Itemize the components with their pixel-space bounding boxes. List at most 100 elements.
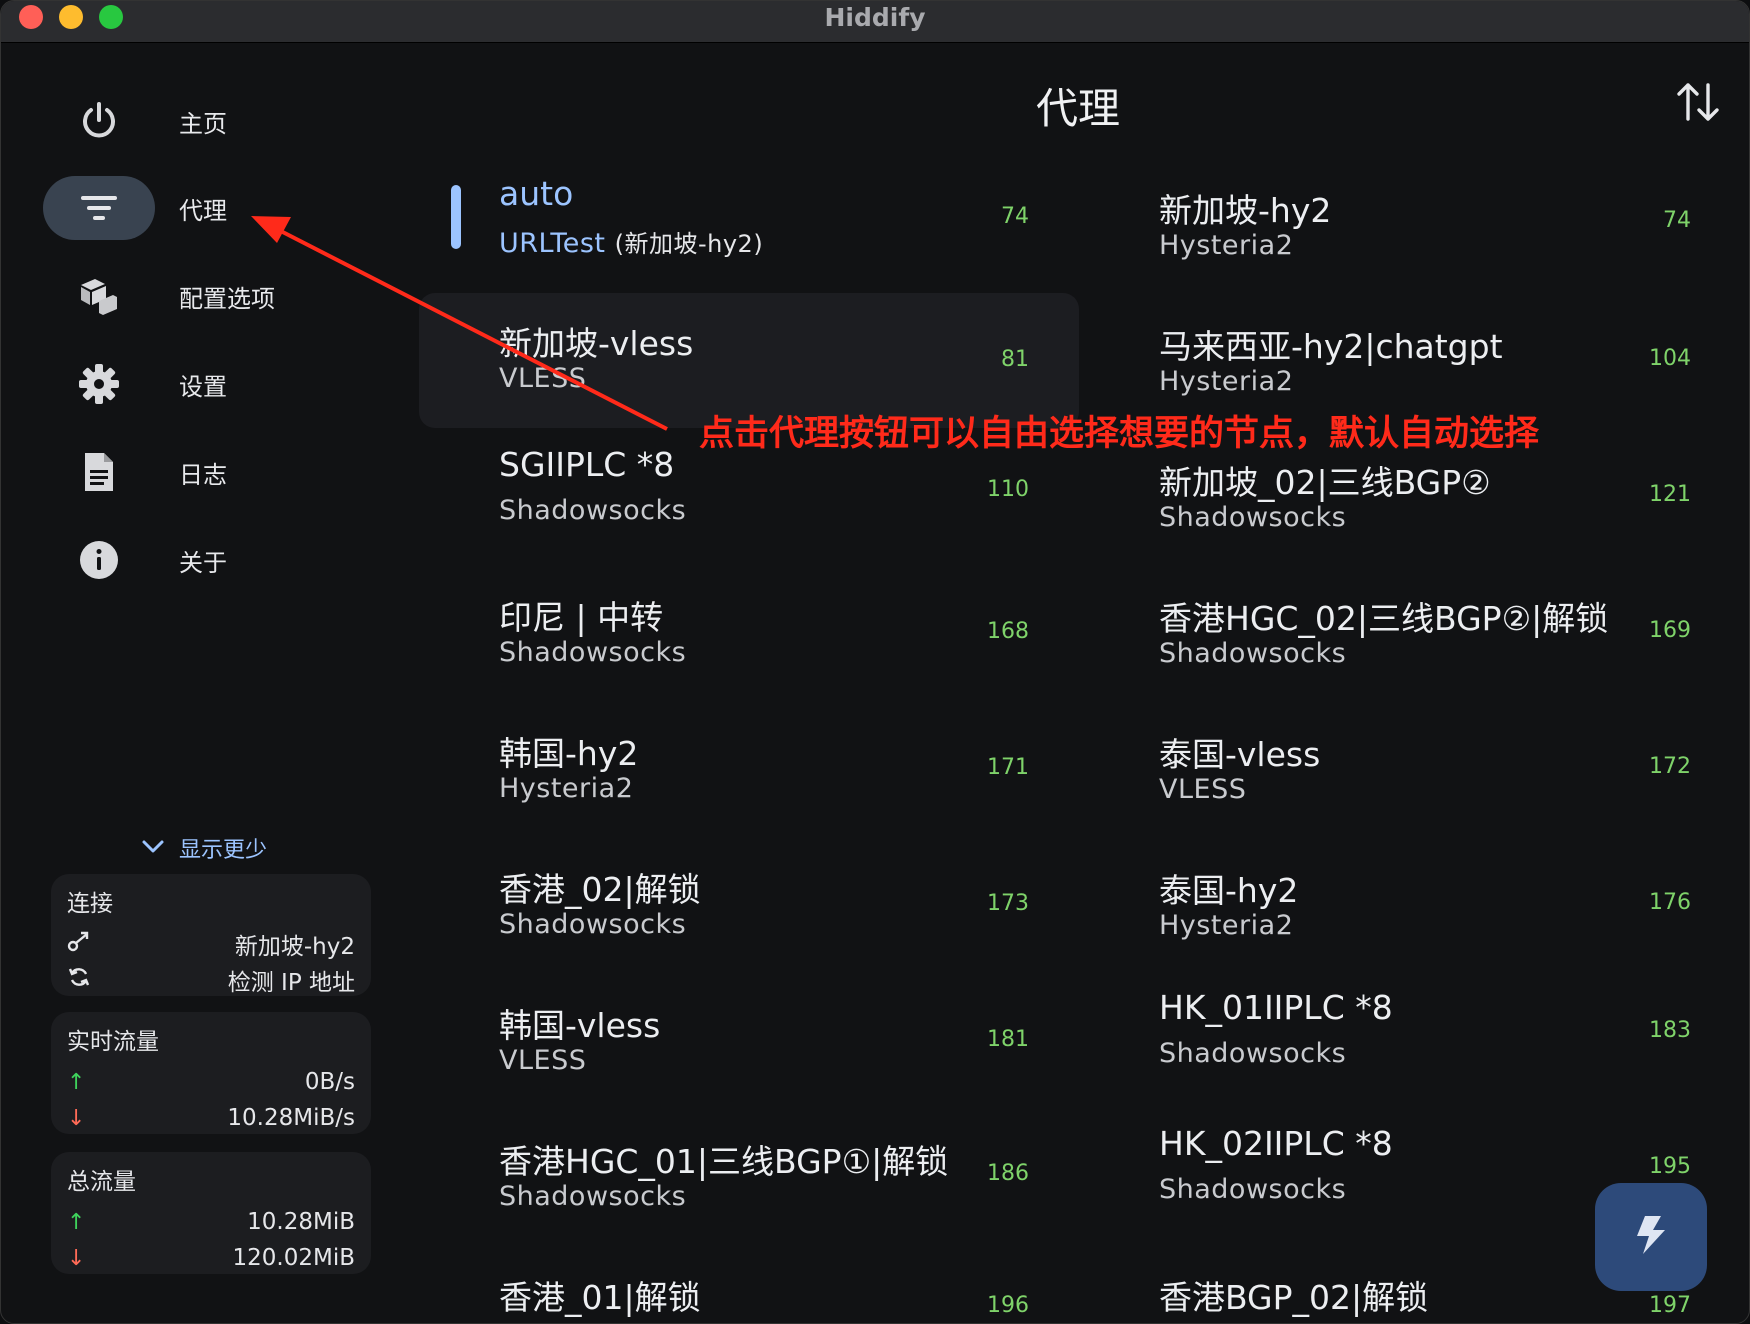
total-down-value: 120.02MiB <box>232 1245 356 1271</box>
proxy-name: 香港HGC_02|三线BGP②|解锁 <box>1159 599 1609 638</box>
proxy-delay: 181 <box>987 1027 1029 1052</box>
sort-button[interactable] <box>1673 77 1723 127</box>
proxy-item[interactable]: 新加坡-hy2 Hysteria2 74 <box>1159 184 1691 314</box>
arrow-down-icon: ↓ <box>67 1105 86 1131</box>
lightning-icon <box>1631 1213 1671 1261</box>
proxy-type: VLESS <box>499 363 587 394</box>
sidebar-item-proxies[interactable]: 代理 <box>43 175 383 241</box>
arrow-up-icon: ↑ <box>67 1209 86 1235</box>
document-icon <box>43 440 155 504</box>
proxy-delay: 173 <box>987 891 1029 916</box>
annotation-text: 点击代理按钮可以自由选择想要的节点，默认自动选择 <box>699 414 1540 454</box>
proxy-name: 香港_02|解锁 <box>499 870 701 909</box>
realtime-down-row: ↓ 10.28MiB/s <box>67 1100 355 1136</box>
proxy-type-main: URLTest <box>499 228 606 259</box>
proxy-name: 印尼 | 中转 <box>499 598 664 637</box>
proxy-type: Shadowsocks <box>1159 502 1347 533</box>
proxy-name: 香港BGP_02|解锁 <box>1159 1278 1429 1317</box>
proxy-type: Shadowsocks <box>499 909 687 940</box>
sidebar-item-home[interactable]: 主页 <box>43 88 383 154</box>
proxy-name: 韩国-hy2 <box>499 734 639 773</box>
proxy-item[interactable]: SGIIPLC *8 Shadowsocks 110 <box>499 445 1029 575</box>
proxy-name: SGIIPLC *8 <box>499 445 675 484</box>
total-traffic-card: 总流量 ↑ 10.28MiB ↓ 120.02MiB <box>51 1152 371 1274</box>
connection-node-row[interactable]: 新加坡-hy2 <box>67 926 355 962</box>
proxy-delay: 121 <box>1649 482 1691 507</box>
sidebar-item-settings[interactable]: 设置 <box>43 351 383 417</box>
connection-node: 新加坡-hy2 <box>234 934 355 960</box>
proxy-type-sub: (新加坡-hy2) <box>614 230 764 258</box>
proxy-name: 新加坡-hy2 <box>1159 191 1332 230</box>
sort-arrows-icon <box>1673 83 1723 131</box>
proxy-delay: 172 <box>1649 754 1691 779</box>
sidebar: 主页 代理 配置选项 设置 日志 关于 显示更少 连接 新加坡-hy2 检测 I… <box>1 44 401 1323</box>
proxy-name: 新加坡-vless <box>499 324 694 363</box>
proxy-item[interactable]: 印尼 | 中转 Shadowsocks 168 <box>499 591 1029 721</box>
proxy-name: 香港_01|解锁 <box>499 1278 701 1317</box>
check-ip-row[interactable]: 检测 IP 地址 <box>67 962 355 998</box>
refresh-icon <box>67 965 91 995</box>
proxy-delay: 169 <box>1649 618 1691 643</box>
arrow-up-icon: ↑ <box>67 1069 86 1095</box>
selected-indicator <box>451 185 461 249</box>
realtime-up-value: 0B/s <box>304 1069 355 1095</box>
proxy-name: auto <box>499 174 574 213</box>
proxy-name: 新加坡_02|三线BGP② <box>1159 463 1491 502</box>
proxy-type: Shadowsocks <box>499 495 687 526</box>
proxy-item[interactable]: 泰国-hy2 Hysteria2 176 <box>1159 864 1691 994</box>
sidebar-item-label: 配置选项 <box>179 284 275 313</box>
proxy-item[interactable]: HK_01IIPLC *8 Shadowsocks 183 <box>1159 988 1691 1118</box>
proxy-name: 泰国-hy2 <box>1159 871 1299 910</box>
sidebar-item-about[interactable]: 关于 <box>43 527 383 593</box>
sidebar-item-label: 日志 <box>179 460 227 489</box>
proxy-item[interactable]: 韩国-vless VLESS 181 <box>499 999 1029 1129</box>
proxy-type: Hysteria2 <box>1159 910 1294 941</box>
connection-title: 连接 <box>67 891 113 917</box>
total-up-row: ↑ 10.28MiB <box>67 1204 355 1240</box>
proxy-item[interactable]: 香港HGC_02|三线BGP②|解锁 Shadowsocks 169 <box>1159 592 1691 722</box>
proxy-name: 马来西亚-hy2|chatgpt <box>1159 327 1503 366</box>
proxy-item[interactable]: 香港_02|解锁 Shadowsocks 173 <box>499 863 1029 993</box>
proxy-name: 香港HGC_01|三线BGP①|解锁 <box>499 1142 949 1181</box>
window-title: Hiddify <box>824 3 926 32</box>
proxy-item[interactable]: auto URLTest (新加坡-hy2) 74 <box>499 174 1029 304</box>
show-less-label: 显示更少 <box>179 838 268 863</box>
proxy-delay: 74 <box>1663 208 1691 233</box>
power-icon <box>43 89 155 153</box>
proxy-type: Hysteria2 <box>1159 366 1294 397</box>
connection-card: 连接 新加坡-hy2 检测 IP 地址 <box>51 874 371 996</box>
proxy-type: Shadowsocks <box>1159 638 1347 669</box>
proxy-delay: 171 <box>987 755 1029 780</box>
proxy-item[interactable]: 韩国-hy2 Hysteria2 171 <box>499 727 1029 857</box>
proxy-item[interactable]: 新加坡_02|三线BGP② Shadowsocks 121 <box>1159 456 1691 586</box>
realtime-up-row: ↑ 0B/s <box>67 1064 355 1100</box>
sidebar-item-profiles[interactable]: 配置选项 <box>43 263 383 329</box>
sidebar-item-label: 代理 <box>179 196 227 225</box>
proxy-type: Shadowsocks <box>499 637 687 668</box>
proxy-type: URLTest (新加坡-hy2) <box>499 224 763 259</box>
proxy-delay: 176 <box>1649 890 1691 915</box>
proxy-name: HK_01IIPLC *8 <box>1159 988 1393 1027</box>
sidebar-item-label: 设置 <box>179 372 227 401</box>
proxy-item[interactable]: 香港HGC_01|三线BGP①|解锁 Shadowsocks 186 <box>499 1135 1029 1265</box>
proxy-type: Shadowsocks <box>1159 1038 1347 1069</box>
proxy-type: VLESS <box>499 1045 587 1076</box>
proxy-item[interactable]: 泰国-vless VLESS 172 <box>1159 728 1691 858</box>
sidebar-item-label: 主页 <box>179 109 227 138</box>
proxy-delay: 74 <box>1001 204 1029 229</box>
proxy-delay: 81 <box>1001 347 1029 372</box>
sidebar-item-logs[interactable]: 日志 <box>43 439 383 505</box>
chevron-down-icon <box>141 836 165 861</box>
show-less-button[interactable]: 显示更少 <box>141 832 267 864</box>
proxy-delay: 110 <box>987 477 1029 502</box>
app-window: Hiddify 主页 代理 配置选项 设置 日志 关于 显示更少 连接 新加坡-… <box>0 0 1750 1324</box>
gear-icon <box>43 352 155 416</box>
filter-lines-icon <box>43 176 155 240</box>
proxy-type: Shadowsocks <box>1159 1174 1347 1205</box>
proxy-item[interactable]: 香港_01|解锁 196 <box>499 1271 1029 1323</box>
total-title: 总流量 <box>67 1169 136 1195</box>
proxy-delay: 195 <box>1649 1154 1691 1179</box>
quick-connect-button[interactable] <box>1595 1183 1707 1291</box>
proxy-name: 韩国-vless <box>499 1006 661 1045</box>
total-down-row: ↓ 120.02MiB <box>67 1240 355 1276</box>
